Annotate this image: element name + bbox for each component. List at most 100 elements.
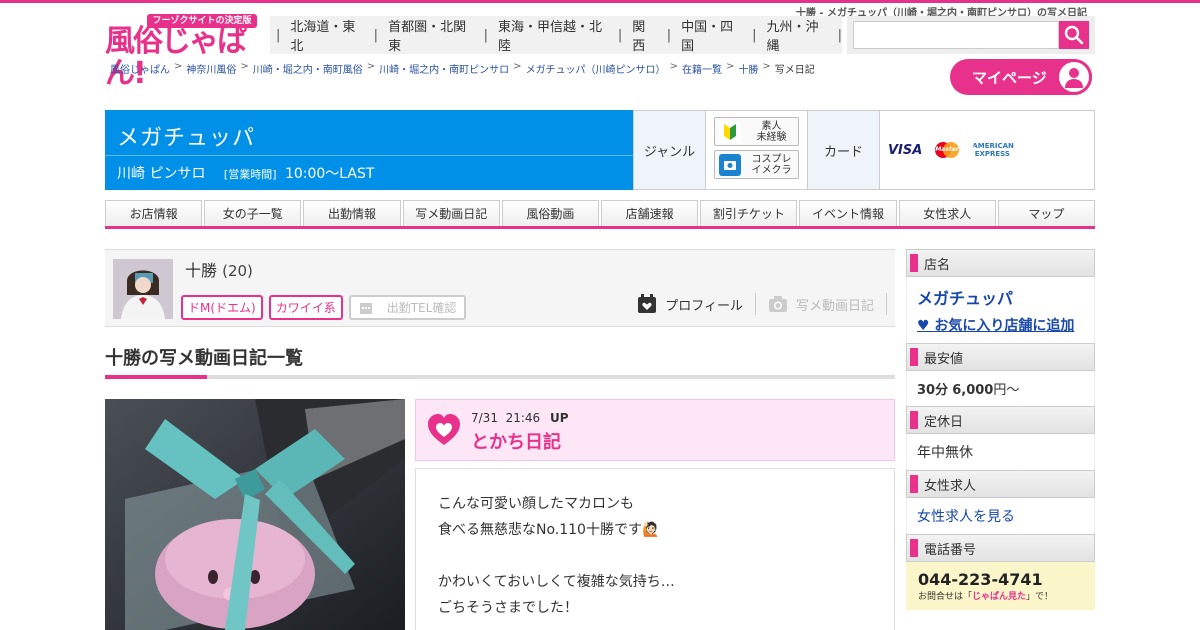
mypage-label: マイページ (972, 68, 1047, 87)
logo-text: 風俗じゃぱん! (105, 24, 247, 91)
shop-nav: お店情報 女の子一覧 出勤情報 写メ動画日記 風俗動画 店舗速報 割引チケット … (105, 200, 1096, 229)
region-nav: | 北海道・東北 | 首都圏・北関東 | 東海・甲信越・北陸 | 関西 | 中国・四国 |… (270, 16, 842, 54)
tab-jobs[interactable]: 女性求人 (898, 200, 996, 226)
shop-area: 川崎 ピンサロ (117, 166, 206, 182)
tab-schedule[interactable]: 出勤情報 (303, 200, 401, 226)
girl-name-row: 十勝 (20) (185, 257, 253, 281)
card-list: VISA MasterCard AMERICAN EXPRESS (880, 111, 1094, 189)
entry-datetime: 7/31 21:46 UP (471, 411, 569, 425)
profile-icon (638, 294, 657, 313)
sidebar-shop: メガチュッパ ♥ お気に入り店舗に追加 (906, 277, 1095, 343)
tel-note: お問合せは「じゃぱん見た」で！ (918, 592, 1054, 602)
girl-name: 十勝 (185, 261, 218, 280)
shop-info-grid: ジャンル 素人 未経験 コスプレ イメクラ カード VISA MasterCard … (633, 110, 1095, 190)
girl-actions: プロフィール 写メ動画日記 (637, 293, 887, 315)
heart-icon (428, 414, 460, 445)
shop-name: メガチュッパ (117, 126, 256, 151)
sidebar-heading: 定休日 (906, 406, 1095, 434)
breadcrumb-link[interactable]: 十勝 (738, 61, 758, 76)
tab-diary[interactable]: 写メ動画日記 (402, 200, 500, 226)
diary-photo[interactable] (105, 399, 405, 630)
add-favorite-link[interactable]: ♥ お気に入り店舗に追加 (917, 315, 1084, 335)
cosplay-icon (719, 153, 741, 176)
entry-date: 7/31 (471, 411, 498, 425)
jobs-link[interactable]: 女性求人を見る (906, 498, 1095, 534)
diary-entry-header: 7/31 21:46 UP とかち日記 (415, 399, 895, 461)
top-accent-line (0, 0, 1200, 3)
entry-line (438, 543, 872, 569)
tel-check-button[interactable]: 出勤TEL確認 (348, 295, 467, 320)
profile-link[interactable]: プロフィール (637, 294, 743, 314)
tab-news[interactable]: 店舗速報 (601, 200, 699, 226)
tab-events[interactable]: イベント情報 (799, 200, 897, 226)
calendar-icon (359, 302, 372, 314)
amex-logo: AMERICAN EXPRESS (972, 142, 1014, 158)
genre-badge[interactable]: 素人 未経験 (714, 117, 799, 146)
shop-hours: 10:00～LAST (284, 166, 375, 182)
diary-entry-body: こんな可愛い顔したマカロンも 食べる無慈悲なNo.110十勝です🙋🏻 かわいくて… (415, 468, 895, 630)
sidebar: 店名 メガチュッパ ♥ お気に入り店舗に追加 最安値 30分 6,000円～ 定… (906, 249, 1095, 610)
breadcrumb-link[interactable]: 川崎・堀之内・南町ピンサロ (379, 61, 509, 76)
shop-header: メガチュッパ 川崎 ピンサロ [営業時間] 10:00～LAST (105, 110, 633, 190)
girl-photo[interactable] (113, 259, 173, 319)
genre-badge[interactable]: コスプレ イメクラ (714, 150, 799, 179)
sidebar-shop-name[interactable]: メガチュッパ (917, 285, 1084, 309)
search-box (847, 16, 1095, 54)
beginner-mark-icon (719, 120, 741, 143)
sidebar-heading: 電話番号 (906, 534, 1095, 562)
search-input[interactable] (853, 21, 1059, 49)
genre-list: 素人 未経験 コスプレ イメクラ (706, 111, 808, 189)
breadcrumb-link[interactable]: メガチュッパ（川崎ピンサロ） (526, 61, 666, 76)
region-link[interactable]: 北海道・東北 (280, 16, 373, 54)
breadcrumb: 風俗じゃぱん > 神奈川風俗 > 川崎・堀之内・南町風俗 > 川崎・堀之内・南町ピンサ… (110, 61, 815, 76)
breadcrumb-link[interactable]: 神奈川風俗 (186, 61, 236, 76)
tab-shop-info[interactable]: お店情報 (105, 200, 203, 226)
breadcrumb-link[interactable]: 川崎・堀之内・南町風俗 (253, 61, 363, 76)
region-link[interactable]: 東海・甲信越・北陸 (488, 16, 618, 54)
tel-number[interactable]: 044-223-4741 (918, 570, 1083, 589)
girl-tag[interactable]: ドM(ドエム) (181, 295, 263, 320)
entry-up-label: UP (550, 411, 569, 425)
entry-line: かわいくておいしくて複雑な気持ち… (438, 574, 675, 590)
entry-time: 21:46 (505, 411, 541, 425)
tab-map[interactable]: マップ (997, 200, 1096, 226)
visa-logo: VISA (888, 142, 923, 158)
region-link[interactable]: 中国・四国 (671, 16, 752, 54)
site-logo[interactable]: フーゾクサイトの決定版 風俗じゃぱん! (105, 14, 257, 90)
sidebar-heading: 最安値 (906, 343, 1095, 371)
mastercard-logo: MasterCard (932, 140, 975, 160)
girl-age: (20) (222, 262, 253, 280)
sidebar-tel: 044-223-4741 お問合せは「じゃぱん見た」で！ (906, 562, 1095, 610)
section-title: 十勝の写メ動画日記一覧 (105, 348, 303, 369)
diary-link: 写メ動画日記 (768, 295, 874, 314)
tab-girls[interactable]: 女の子一覧 (204, 200, 302, 226)
sidebar-price: 30分 6,000円～ (906, 371, 1095, 406)
breadcrumb-link[interactable]: 風俗じゃぱん (110, 61, 170, 76)
hours-label: [営業時間] (223, 168, 277, 181)
sidebar-heading: 店名 (906, 249, 1095, 277)
section-underline (105, 375, 895, 379)
user-icon (1056, 59, 1092, 95)
breadcrumb-link[interactable]: 在籍一覧 (682, 61, 722, 76)
girl-tags: ドM(ドエム) カワイイ系 出勤TEL確認 (181, 295, 467, 320)
shop-meta: 川崎 ピンサロ [営業時間] 10:00～LAST (117, 163, 374, 183)
girl-tag[interactable]: カワイイ系 (268, 295, 343, 320)
card-label: カード (808, 111, 880, 189)
search-icon (1064, 25, 1084, 45)
region-link[interactable]: 九州・沖縄 (757, 16, 838, 54)
camera-icon (768, 296, 787, 312)
tab-tickets[interactable]: 割引チケット (700, 200, 798, 226)
sidebar-heading: 女性求人 (906, 470, 1095, 498)
region-link[interactable]: 関西 (622, 16, 666, 54)
entry-line: ごちそうさまでした！ (438, 600, 578, 616)
region-link[interactable]: 首都圏・北関東 (378, 16, 484, 54)
tab-videos[interactable]: 風俗動画 (501, 200, 600, 226)
genre-label: ジャンル (634, 111, 706, 189)
mypage-button[interactable]: マイページ (950, 59, 1092, 95)
entry-title[interactable]: とかち日記 (471, 428, 561, 454)
search-button[interactable] (1059, 21, 1089, 49)
sidebar-holiday: 年中無休 (906, 434, 1095, 470)
entry-line: こんな可愛い顔したマカロンも (438, 496, 634, 512)
entry-line: 食べる無慈悲なNo.110十勝です🙋🏻 (438, 522, 660, 538)
breadcrumb-current: 写メ日記 (774, 65, 815, 76)
